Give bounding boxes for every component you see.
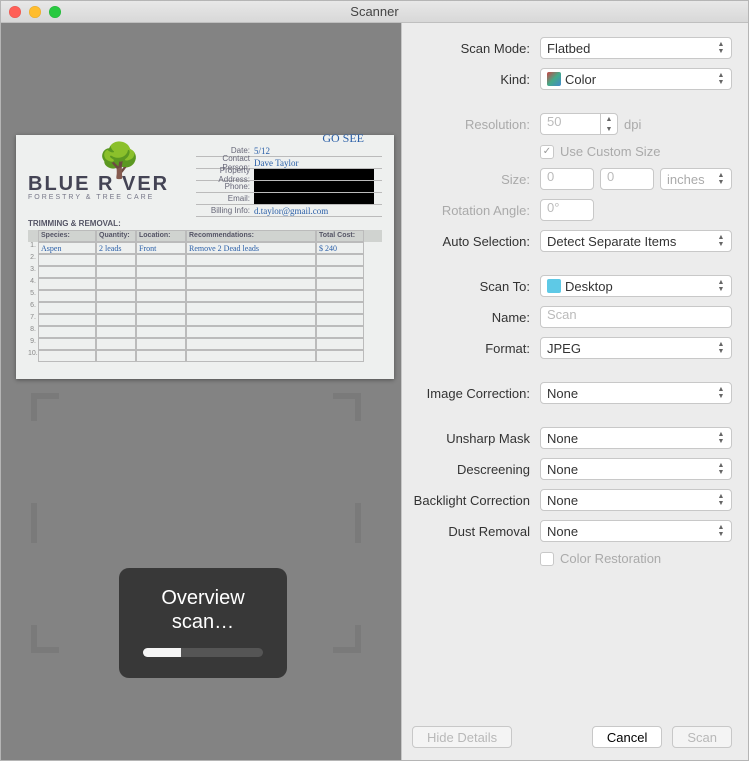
table-row: 2. xyxy=(28,254,382,266)
table-row: 9. xyxy=(28,338,382,350)
dust-select[interactable]: None▲▼ xyxy=(540,520,732,542)
doc-logo: 🌳 BLUE R VER FORESTRY & TREE CARE xyxy=(28,145,188,201)
progress-bar xyxy=(143,648,263,657)
name-label: Name: xyxy=(412,310,540,325)
footer: Hide Details Cancel Scan xyxy=(412,718,732,748)
scan-button[interactable]: Scan xyxy=(672,726,732,748)
table-row: 5. xyxy=(28,290,382,302)
backlight-label: Backlight Correction xyxy=(412,493,540,508)
redacted xyxy=(254,169,374,180)
scanned-document: GO SEE 🌳 BLUE R VER FORESTRY & TREE CARE… xyxy=(16,135,394,379)
auto-selection-label: Auto Selection: xyxy=(412,234,540,249)
table-row: 4. xyxy=(28,278,382,290)
doc-note: GO SEE xyxy=(322,131,364,146)
scan-mode-select[interactable]: Flatbed▲▼ xyxy=(540,37,732,59)
size-unit-select[interactable]: inches▲▼ xyxy=(660,168,732,190)
tree-icon: 🌳 xyxy=(98,141,140,181)
doc-section: TRIMMING & REMOVAL: xyxy=(28,219,382,228)
image-correction-label: Image Correction: xyxy=(412,386,540,401)
window-title: Scanner xyxy=(1,4,748,19)
chevron-updown-icon: ▲▼ xyxy=(714,171,728,187)
folder-icon xyxy=(547,279,561,293)
table-row: 7. xyxy=(28,314,382,326)
color-restoration-checkbox[interactable]: Color Restoration xyxy=(540,551,661,566)
doc-table: Species: Quantity: Location: Recommendat… xyxy=(28,230,382,362)
kind-label: Kind: xyxy=(412,72,540,87)
chevron-updown-icon: ▲▼ xyxy=(714,340,728,356)
preview-pane[interactable]: GO SEE 🌳 BLUE R VER FORESTRY & TREE CARE… xyxy=(1,23,401,760)
unsharp-label: Unsharp Mask xyxy=(412,431,540,446)
scan-mode-label: Scan Mode: xyxy=(412,41,540,56)
resolution-stepper[interactable]: ▲▼ xyxy=(600,113,618,135)
chevron-updown-icon: ▲▼ xyxy=(714,40,728,56)
kind-select[interactable]: Color▲▼ xyxy=(540,68,732,90)
chevron-updown-icon: ▲▼ xyxy=(714,523,728,539)
table-row: 8. xyxy=(28,326,382,338)
scan-to-label: Scan To: xyxy=(412,279,540,294)
format-label: Format: xyxy=(412,341,540,356)
chevron-updown-icon: ▲▼ xyxy=(714,492,728,508)
unsharp-select[interactable]: None▲▼ xyxy=(540,427,732,449)
chevron-updown-icon: ▲▼ xyxy=(714,385,728,401)
redacted xyxy=(254,193,374,204)
scanner-window: Scanner GO SEE 🌳 BLUE R VER FORESTRY & T… xyxy=(0,0,749,761)
doc-fields: Date:5/12 Contact Person:Dave Taylor Pro… xyxy=(196,145,382,217)
descreen-label: Descreening xyxy=(412,462,540,477)
chevron-updown-icon: ▲▼ xyxy=(714,278,728,294)
table-row: 10. xyxy=(28,350,382,362)
resolution-input[interactable]: 50 xyxy=(540,113,600,135)
image-correction-select[interactable]: None▲▼ xyxy=(540,382,732,404)
dust-label: Dust Removal xyxy=(412,524,540,539)
chevron-updown-icon: ▲▼ xyxy=(714,430,728,446)
auto-selection-select[interactable]: Detect Separate Items▲▼ xyxy=(540,230,732,252)
chevron-updown-icon: ▲▼ xyxy=(714,461,728,477)
hide-details-button[interactable]: Hide Details xyxy=(412,726,512,748)
name-input[interactable]: Scan xyxy=(540,306,732,328)
titlebar: Scanner xyxy=(1,1,748,23)
scan-to-select[interactable]: Desktop▲▼ xyxy=(540,275,732,297)
chevron-updown-icon: ▲▼ xyxy=(714,71,728,87)
size-h-input[interactable]: 0 xyxy=(600,168,654,190)
cancel-button[interactable]: Cancel xyxy=(592,726,662,748)
descreen-select[interactable]: None▲▼ xyxy=(540,458,732,480)
redacted xyxy=(254,181,374,192)
backlight-select[interactable]: None▲▼ xyxy=(540,489,732,511)
table-row: 3. xyxy=(28,266,382,278)
table-row: 6. xyxy=(28,302,382,314)
size-w-input[interactable]: 0 xyxy=(540,168,594,190)
color-icon xyxy=(547,72,561,86)
rotation-label: Rotation Angle: xyxy=(412,203,540,218)
chevron-updown-icon: ▲▼ xyxy=(714,233,728,249)
settings-pane: Scan Mode: Flatbed▲▼ Kind: Color▲▼ Resol… xyxy=(401,23,748,760)
progress-toast: Overviewscan… xyxy=(119,568,287,678)
size-label: Size: xyxy=(412,172,540,187)
content: GO SEE 🌳 BLUE R VER FORESTRY & TREE CARE… xyxy=(1,23,748,760)
format-select[interactable]: JPEG▲▼ xyxy=(540,337,732,359)
resolution-label: Resolution: xyxy=(412,117,540,132)
table-row: 1.Aspen2 leadsFrontRemove 2 Dead leads$ … xyxy=(28,242,382,254)
use-custom-size-checkbox[interactable]: ✓Use Custom Size xyxy=(540,144,660,159)
rotation-input[interactable]: 0° xyxy=(540,199,594,221)
